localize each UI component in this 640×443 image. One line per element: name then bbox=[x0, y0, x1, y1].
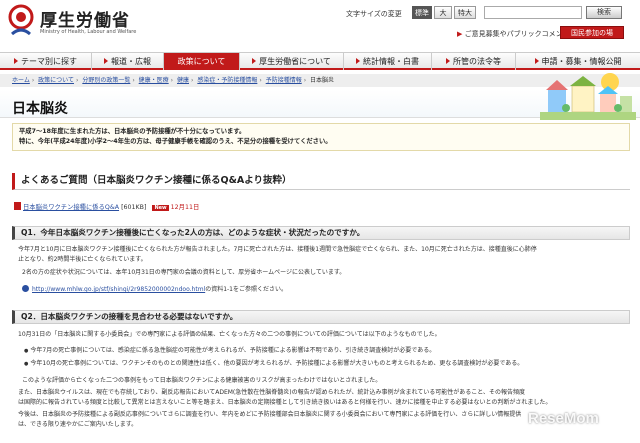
new-badge: New bbox=[152, 205, 169, 211]
answer-text: は、できる限り速やかにご案内いたします。 bbox=[18, 421, 138, 428]
chevron-right-icon bbox=[534, 58, 539, 64]
nav-item-about[interactable]: 厚生労働省について bbox=[240, 53, 344, 70]
chevron-right-icon bbox=[14, 58, 18, 64]
font-size-large-button[interactable]: 大 bbox=[434, 6, 452, 19]
breadcrumb-separator: › bbox=[303, 77, 307, 84]
reference-url-note: の資料1-1をご参照ください。 bbox=[205, 286, 288, 293]
nav-label: 統計情報・白書 bbox=[363, 57, 419, 66]
nav-label: 報道・広報 bbox=[111, 57, 151, 66]
site-header: 厚生労働省 Ministry of Health, Labour and Wel… bbox=[0, 0, 640, 46]
reference-url-line: http://www.mhlw.go.jp/stf/shingi/2r98520… bbox=[22, 284, 287, 293]
ministry-logo-icon[interactable] bbox=[6, 4, 36, 38]
answer-text: 10月31日の「日本脳炎に関する小委員会」での専門家による評価の結果、亡くなった… bbox=[18, 331, 441, 338]
answer-text: は国際的に報告されている頻度と比較して異常とは言えないこと等を踏まえ、日本脳炎の… bbox=[18, 399, 552, 406]
nav-item-press[interactable]: 報道・広報 bbox=[92, 53, 164, 70]
external-link-icon bbox=[22, 285, 29, 292]
nav-item-theme[interactable]: テーマ別に探す bbox=[0, 53, 92, 70]
answer-text: 2名の方の症状や状況については、本年10月31日の専門家の会議の資料として、厚労… bbox=[22, 269, 346, 276]
faq-section-heading: よくあるご質問（日本脳炎ワクチン接種に係るQ&Aより抜粋） bbox=[12, 173, 630, 190]
pdf-download-line: 日本脳炎ワクチン接種に係るQ&A [601KB] New 12月11日 bbox=[14, 202, 199, 211]
notice-box: 平成7〜18年度に生まれた方は、日本脳炎の予防接種が不十分になっています。 特に… bbox=[12, 123, 630, 151]
pdf-date: 12月11日 bbox=[170, 204, 200, 211]
nav-item-policy[interactable]: 政策について bbox=[164, 53, 240, 70]
pdf-icon bbox=[14, 202, 21, 210]
page-title: 日本脳炎 bbox=[12, 101, 68, 117]
notice-line: 平成7〜18年度に生まれた方は、日本脳炎の予防接種が不十分になっています。 bbox=[19, 128, 246, 135]
pdf-size: [601KB] bbox=[121, 204, 147, 211]
chevron-right-icon bbox=[252, 58, 257, 64]
breadcrumb-separator: › bbox=[31, 77, 35, 84]
breadcrumb-policy[interactable]: 政策について bbox=[38, 77, 74, 84]
chevron-right-icon bbox=[104, 58, 108, 64]
nav-label: テーマ別に探す bbox=[21, 57, 77, 66]
notice-line: 特に、今年(平成24年度)小学2〜4年生の方は、母子健康手帳を確認のうえ、不足分… bbox=[19, 138, 332, 145]
breadcrumb-vaccination[interactable]: 予防接種情報 bbox=[266, 77, 302, 84]
breadcrumb-separator: › bbox=[132, 77, 135, 84]
breadcrumb-health-medical[interactable]: 健康・医療 bbox=[139, 77, 169, 84]
answer-bullet: 今年7月の死亡事例については、感染症に係る急性脳症の可能性が考えられるが、予防接… bbox=[24, 346, 435, 356]
watermark-logo: ReseMom bbox=[528, 410, 599, 427]
nav-label: 政策について bbox=[177, 57, 226, 66]
font-size-label: 文字サイズの変更 bbox=[346, 10, 402, 18]
reference-url-link[interactable]: http://www.mhlw.go.jp/stf/shingi/2r98520… bbox=[32, 286, 205, 293]
nav-label: 申請・募集・情報公開 bbox=[541, 57, 622, 66]
breadcrumb-home[interactable]: ホーム bbox=[12, 77, 30, 84]
answer-text: このような評価から亡くなった二つの事例をもって日本脳炎ワクチンによる健康被害のリ… bbox=[22, 377, 382, 384]
nav-label: 厚生労働省について bbox=[259, 57, 331, 66]
nav-item-laws[interactable]: 所管の法令等 bbox=[432, 53, 516, 70]
town-illustration-icon bbox=[540, 73, 636, 120]
arrow-icon: ▶ bbox=[457, 30, 463, 38]
breadcrumb-separator: › bbox=[259, 77, 262, 84]
font-size-standard-button[interactable]: 標準 bbox=[412, 6, 432, 19]
nav-item-statistics[interactable]: 統計情報・白書 bbox=[344, 53, 432, 70]
chevron-right-icon bbox=[356, 58, 360, 64]
search-button[interactable]: 検索 bbox=[586, 6, 622, 19]
pdf-download-link[interactable]: 日本脳炎ワクチン接種に係るQ&A bbox=[23, 204, 119, 211]
answer-text: 止となり、約2時間半後に亡くなられています。 bbox=[18, 256, 147, 263]
answer-bullet: 今年10月の死亡事例については、ワクチンそのものとの関連性は低く、他の要因が考え… bbox=[24, 359, 523, 369]
citizen-participation-button[interactable]: 国民参加の場 bbox=[560, 26, 624, 39]
question-1: Q1．今年日本脳炎ワクチン接種後に亡くなった2人の方は、どのような症状・状況だっ… bbox=[12, 226, 630, 240]
site-title[interactable]: 厚生労働省 bbox=[40, 6, 130, 31]
site-subtitle: Ministry of Health, Labour and Welfare bbox=[40, 29, 137, 35]
search-input[interactable] bbox=[484, 6, 582, 19]
nav-label: 所管の法令等 bbox=[453, 57, 501, 66]
breadcrumb-separator: › bbox=[191, 77, 194, 84]
breadcrumb-infection[interactable]: 感染症・予防接種情報 bbox=[197, 77, 257, 84]
chevron-right-icon bbox=[446, 58, 450, 64]
breadcrumb-policy-list[interactable]: 分野別の政策一覧 bbox=[82, 77, 130, 84]
question-2: Q2．日本脳炎ワクチンの接種を見合わせる必要はないですか。 bbox=[12, 310, 630, 324]
font-size-xlarge-button[interactable]: 特大 bbox=[454, 6, 476, 19]
breadcrumb-health[interactable]: 健康 bbox=[177, 77, 189, 84]
breadcrumb-separator: › bbox=[75, 77, 79, 84]
breadcrumb-separator: › bbox=[170, 77, 174, 84]
answer-text: 今年7月と10月に日本脳炎ワクチン接種後に亡くなられた方が報告されました。7月に… bbox=[18, 246, 537, 253]
answer-text: また、日本脳炎ウイルスは、現在でも存続しており、副反応報告においてADEM(急性… bbox=[18, 389, 526, 396]
breadcrumb-current: 日本脳炎 bbox=[310, 77, 335, 84]
answer-text: 今後は、日本脳炎の予防接種による副反応事例についてさらに調査を行い、年内をめどに… bbox=[18, 411, 522, 418]
